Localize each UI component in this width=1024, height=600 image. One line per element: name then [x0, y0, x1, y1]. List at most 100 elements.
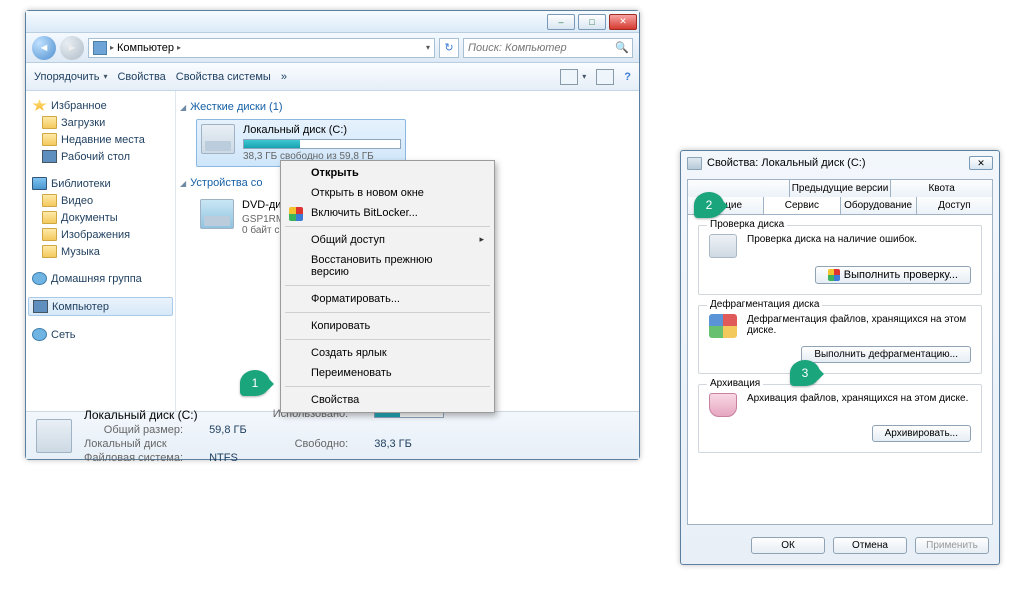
sidebar-libraries[interactable]: Библиотеки	[28, 175, 173, 192]
sidebar-network[interactable]: Сеть	[28, 326, 173, 343]
apply-button[interactable]: Применить	[915, 537, 989, 554]
callout-1: 1	[240, 370, 270, 396]
sidebar-computer[interactable]: Компьютер	[28, 297, 173, 316]
callout-2: 2	[694, 192, 724, 218]
breadcrumb-dropdown-icon[interactable]: ▾	[426, 43, 430, 52]
tab-hardware[interactable]: Оборудование	[840, 197, 917, 214]
computer-icon	[93, 41, 107, 55]
sidebar-item-downloads[interactable]: Загрузки	[28, 114, 173, 131]
folder-icon	[42, 211, 57, 224]
libraries-icon	[32, 177, 47, 190]
network-icon	[32, 328, 47, 341]
shield-icon	[828, 269, 840, 281]
search-input[interactable]	[468, 42, 611, 54]
tab-quota[interactable]: Квота	[890, 179, 993, 197]
group-defrag: Дефрагментация диска Дефрагментация файл…	[698, 305, 982, 374]
refresh-icon: ↻	[444, 41, 453, 54]
desktop-icon	[42, 150, 57, 163]
dialog-buttons: ОК Отмена Применить	[681, 531, 999, 564]
forward-button[interactable]: ►	[60, 36, 84, 60]
folder-icon	[42, 116, 57, 129]
sidebar-item-videos[interactable]: Видео	[28, 192, 173, 209]
toolbar-system-properties[interactable]: Свойства системы	[176, 71, 271, 83]
group-title: Дефрагментация диска	[707, 299, 822, 310]
ctx-copy[interactable]: Копировать	[283, 316, 492, 336]
group-desc: Проверка диска на наличие ошибок.	[747, 234, 971, 245]
folder-icon	[42, 133, 57, 146]
close-button[interactable]: ✕	[609, 14, 637, 30]
breadcrumb-computer[interactable]: Компьютер	[117, 42, 174, 54]
details-pane: Локальный диск (C:) Использовано: Общий …	[26, 411, 639, 459]
callout-3: 3	[790, 360, 820, 386]
dialog-title: Свойства: Локальный диск (C:)	[707, 157, 866, 169]
toolbar: Упорядочить Свойства Свойства системы » …	[26, 63, 639, 91]
dialog-titlebar: Свойства: Локальный диск (C:) ✕	[681, 151, 999, 175]
pane-icon	[596, 69, 614, 85]
defrag-icon	[709, 314, 737, 338]
context-menu: Открыть Открыть в новом окне Включить Bi…	[280, 160, 495, 413]
details-subtitle: Локальный диск	[84, 438, 247, 450]
group-title: Проверка диска	[707, 219, 787, 230]
address-bar: ◄ ► ▸ Компьютер ▸ ▾ ↻ 🔍	[26, 33, 639, 63]
breadcrumb-sep: ▸	[110, 43, 114, 52]
view-mode-button[interactable]	[560, 69, 586, 85]
ctx-create-shortcut[interactable]: Создать ярлык	[283, 343, 492, 363]
help-button[interactable]: ?	[624, 71, 631, 83]
sidebar-item-desktop[interactable]: Рабочий стол	[28, 148, 173, 165]
check-now-button[interactable]: Выполнить проверку...	[815, 266, 971, 284]
drive-icon	[687, 157, 702, 170]
preview-pane-button[interactable]	[596, 69, 614, 85]
ctx-bitlocker[interactable]: Включить BitLocker...	[283, 203, 492, 223]
tab-tools[interactable]: Сервис	[763, 197, 840, 214]
ctx-rename[interactable]: Переименовать	[283, 363, 492, 383]
group-backup: Архивация Архивация файлов, хранящихся н…	[698, 384, 982, 453]
group-desc: Архивация файлов, хранящихся на этом дис…	[747, 393, 971, 404]
backup-now-button[interactable]: Архивировать...	[872, 425, 971, 442]
breadcrumb[interactable]: ▸ Компьютер ▸ ▾	[88, 38, 435, 58]
ctx-restore-version[interactable]: Восстановить прежнюю версию	[283, 250, 492, 282]
group-check-disk: Проверка диска Проверка диска на наличие…	[698, 225, 982, 295]
refresh-button[interactable]: ↻	[439, 38, 459, 58]
search-box[interactable]: 🔍	[463, 38, 633, 58]
sidebar-item-music[interactable]: Музыка	[28, 243, 173, 260]
cancel-button[interactable]: Отмена	[833, 537, 907, 554]
maximize-button[interactable]: □	[578, 14, 606, 30]
shield-icon	[289, 207, 303, 221]
ctx-format[interactable]: Форматировать...	[283, 289, 492, 309]
homegroup-icon	[32, 272, 47, 285]
toolbar-organize[interactable]: Упорядочить	[34, 71, 107, 83]
group-desc: Дефрагментация файлов, хранящихся на это…	[747, 314, 971, 336]
search-icon: 🔍	[615, 41, 629, 54]
dialog-close-button[interactable]: ✕	[969, 156, 993, 170]
tab-previous-versions[interactable]: Предыдущие версии	[789, 179, 892, 197]
sidebar: Избранное Загрузки Недавние места Рабочи…	[26, 91, 176, 411]
folder-icon	[42, 245, 57, 258]
tab-sharing[interactable]: Доступ	[916, 197, 993, 214]
section-hard-drives[interactable]: Жесткие диски (1)	[180, 101, 635, 113]
group-title: Архивация	[707, 378, 763, 389]
folder-icon	[42, 228, 57, 241]
ctx-open-new-window[interactable]: Открыть в новом окне	[283, 183, 492, 203]
back-button[interactable]: ◄	[32, 36, 56, 60]
ctx-open[interactable]: Открыть	[283, 163, 492, 183]
minimize-button[interactable]: –	[547, 14, 575, 30]
ctx-properties[interactable]: Свойства	[283, 390, 492, 410]
sidebar-homegroup[interactable]: Домашняя группа	[28, 270, 173, 287]
sidebar-item-pictures[interactable]: Изображения	[28, 226, 173, 243]
drive-name: Локальный диск (C:)	[243, 124, 401, 136]
toolbar-properties[interactable]: Свойства	[117, 71, 165, 83]
toolbar-overflow[interactable]: »	[281, 71, 287, 83]
view-icon	[560, 69, 578, 85]
tab-panel-tools: Проверка диска Проверка диска на наличие…	[687, 214, 993, 525]
ok-button[interactable]: ОК	[751, 537, 825, 554]
computer-icon	[33, 300, 48, 313]
drive-usage-bar	[243, 139, 401, 149]
folder-icon	[42, 194, 57, 207]
sidebar-favorites[interactable]: Избранное	[28, 97, 173, 114]
defragment-now-button[interactable]: Выполнить дефрагментацию...	[801, 346, 971, 363]
star-icon	[32, 99, 47, 112]
sidebar-item-recent[interactable]: Недавние места	[28, 131, 173, 148]
ctx-share[interactable]: Общий доступ	[283, 230, 492, 250]
disk-check-icon	[709, 234, 737, 258]
sidebar-item-documents[interactable]: Документы	[28, 209, 173, 226]
